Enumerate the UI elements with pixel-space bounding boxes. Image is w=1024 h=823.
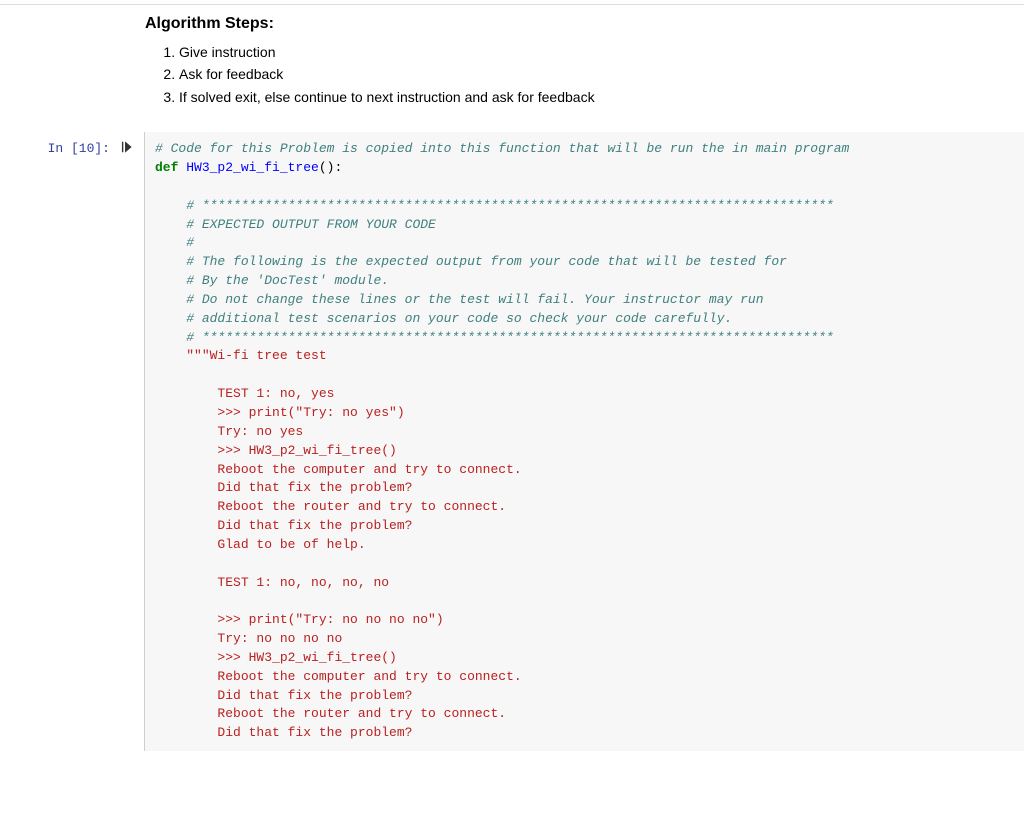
docstring-14: >>> print("Try: no no no no") bbox=[186, 612, 443, 627]
top-divider bbox=[0, 4, 1024, 5]
func-parens: (): bbox=[319, 160, 342, 175]
input-prompt: In [10]: bbox=[0, 132, 120, 156]
algorithm-steps-heading: Algorithm Steps: bbox=[145, 15, 1004, 33]
algo-step-2: Ask for feedback bbox=[179, 63, 1004, 85]
docstring-19: Reboot the router and try to connect. bbox=[186, 706, 506, 721]
body-comment-1: # EXPECTED OUTPUT FROM YOUR CODE bbox=[186, 217, 436, 232]
run-cell-icon[interactable] bbox=[120, 132, 144, 159]
docstring-10: Glad to be of help. bbox=[186, 537, 365, 552]
docstring-4: Try: no yes bbox=[186, 424, 303, 439]
docstring-20: Did that fix the problem? bbox=[186, 725, 412, 740]
docstring-8: Reboot the router and try to connect. bbox=[186, 499, 506, 514]
docstring-15: Try: no no no no bbox=[186, 631, 342, 646]
docstring-16: >>> HW3_p2_wi_fi_tree() bbox=[186, 650, 397, 665]
body-comment-3: # The following is the expected output f… bbox=[186, 254, 787, 269]
body-comment-2: # bbox=[186, 235, 194, 250]
algo-step-3: If solved exit, else continue to next in… bbox=[179, 86, 1004, 108]
code-cell: In [10]: # Code for this Problem is copi… bbox=[0, 132, 1024, 751]
body-comment-7: # **************************************… bbox=[186, 330, 834, 345]
docstring-17: Reboot the computer and try to connect. bbox=[186, 669, 521, 684]
docstring-3: >>> print("Try: no yes") bbox=[186, 405, 404, 420]
code-editor[interactable]: # Code for this Problem is copied into t… bbox=[144, 132, 1024, 751]
algo-step-1: Give instruction bbox=[179, 41, 1004, 63]
function-name: HW3_p2_wi_fi_tree bbox=[186, 160, 319, 175]
body-comment-0: # **************************************… bbox=[186, 198, 834, 213]
code-comment: # Code for this Problem is copied into t… bbox=[155, 141, 849, 156]
def-keyword: def bbox=[155, 160, 178, 175]
docstring-6: Reboot the computer and try to connect. bbox=[186, 462, 521, 477]
docstring-2: TEST 1: no, yes bbox=[186, 386, 334, 401]
docstring-9: Did that fix the problem? bbox=[186, 518, 412, 533]
docstring-18: Did that fix the problem? bbox=[186, 688, 412, 703]
docstring-0: """Wi-fi tree test bbox=[186, 348, 326, 363]
docstring-5: >>> HW3_p2_wi_fi_tree() bbox=[186, 443, 397, 458]
docstring-7: Did that fix the problem? bbox=[186, 480, 412, 495]
body-comment-6: # additional test scenarios on your code… bbox=[186, 311, 732, 326]
body-comment-4: # By the 'DocTest' module. bbox=[186, 273, 389, 288]
docstring-12: TEST 1: no, no, no, no bbox=[186, 575, 389, 590]
body-comment-5: # Do not change these lines or the test … bbox=[186, 292, 763, 307]
algorithm-steps-list: Give instruction Ask for feedback If sol… bbox=[179, 41, 1004, 108]
markdown-cell: Algorithm Steps: Give instruction Ask fo… bbox=[125, 15, 1024, 132]
